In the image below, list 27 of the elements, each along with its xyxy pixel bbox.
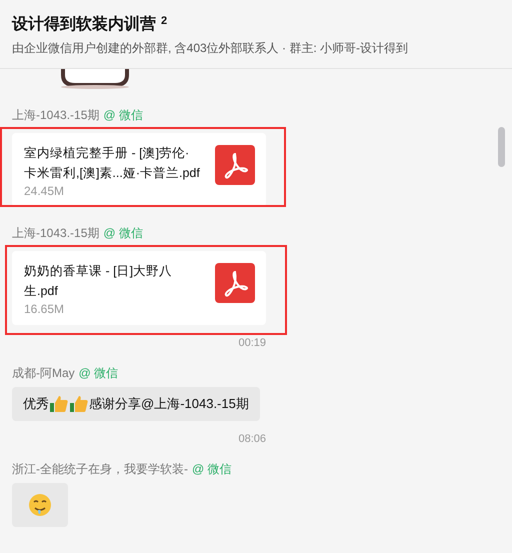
- message-text: 感谢分享@上海-1043.-15期: [89, 395, 249, 413]
- sender-name: 浙江-全能统子在身，我要学软装-: [12, 462, 188, 476]
- chat-title: 设计得到软装内训营: [12, 14, 156, 35]
- thumbs-up-icon: [49, 394, 69, 414]
- chat-subtitle: 由企业微信用户创建的外部群, 含403位外部联系人 · 群主: 小师哥-设计得到: [12, 40, 410, 57]
- sender-name: 上海-1043.-15期: [12, 108, 100, 122]
- thumbs-up-icon: [69, 394, 89, 414]
- source-label: @ 微信: [103, 108, 143, 122]
- title-superscript: 2: [161, 14, 168, 28]
- file-size: 16.65M: [24, 302, 66, 316]
- file-name: 室内绿植完整手册 - [澳]劳伦·卡米雷利,[澳]素...娅·卡普兰.pdf: [24, 145, 200, 182]
- file-card[interactable]: 室内绿植完整手册 - [澳]劳伦·卡米雷利,[澳]素...娅·卡普兰.pdf 24.45M: [12, 133, 266, 207]
- source-label: @ 微信: [192, 462, 232, 476]
- pdf-icon: [215, 145, 255, 185]
- scrollbar[interactable]: [498, 127, 505, 167]
- face-icon: [28, 493, 52, 517]
- timestamp: 00:19: [238, 337, 266, 349]
- source-label: @ 微信: [78, 366, 118, 380]
- sender-name: 上海-1043.-15期: [12, 226, 100, 240]
- pdf-icon: [215, 263, 255, 303]
- timestamp: 08:06: [238, 433, 266, 445]
- source-label: @ 微信: [103, 226, 143, 240]
- message-text: 优秀: [23, 395, 49, 413]
- file-size: 24.45M: [24, 184, 66, 198]
- sender-name: 成都-阿May: [12, 366, 75, 380]
- file-name: 奶奶的香草课 - [日]大野八生.pdf: [24, 263, 174, 300]
- file-card[interactable]: 奶奶的香草课 - [日]大野八生.pdf 16.65M: [12, 251, 266, 325]
